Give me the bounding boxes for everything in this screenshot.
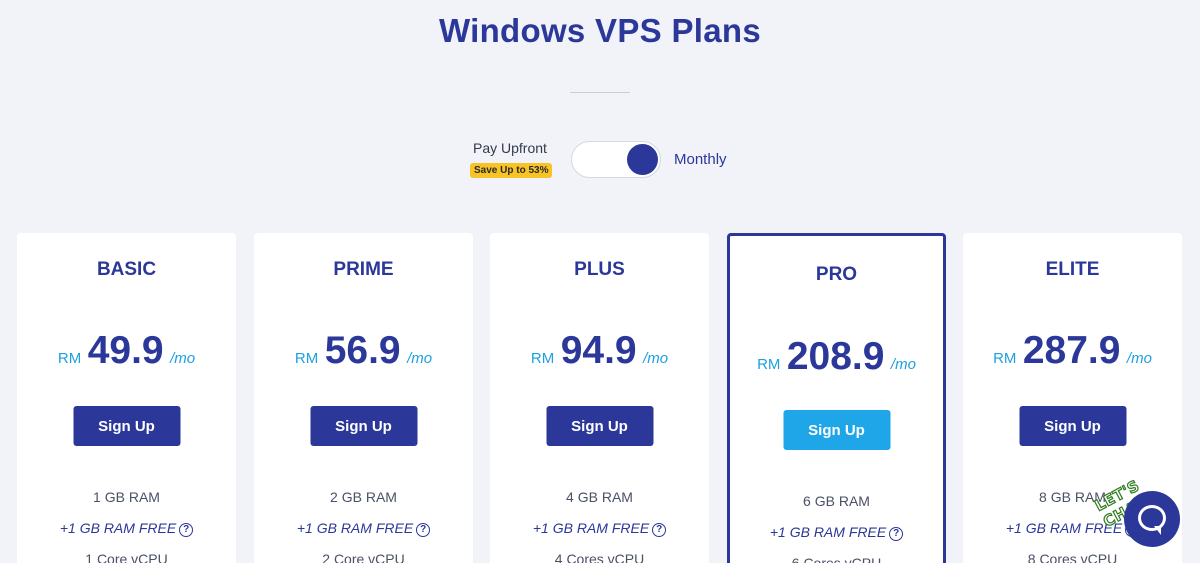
feature-vcpu: 1 Core vCPU: [85, 551, 168, 563]
feature-vcpu: 2 Core vCPU: [322, 551, 405, 563]
plan-name: PRIME: [333, 259, 394, 280]
price: RM 94.9 /mo: [490, 329, 709, 373]
price-value: 56.9: [324, 329, 401, 372]
plan-name: PLUS: [574, 259, 625, 280]
feature-ram: 2 GB RAM: [330, 489, 397, 505]
feature-ram: 1 GB RAM: [93, 489, 160, 505]
price-period: /mo: [890, 356, 916, 373]
sign-up-button-prime[interactable]: Sign Up: [310, 406, 417, 446]
feature-ram: 6 GB RAM: [803, 493, 870, 509]
sign-up-button-elite[interactable]: Sign Up: [1019, 406, 1126, 446]
plan-name: ELITE: [1045, 259, 1100, 280]
feature-free-ram: +1 GB RAM FREE?: [730, 524, 943, 541]
plan-card-pro: PRO RM 208.9 /mo Sign Up 6 GB RAM +1 GB …: [727, 233, 946, 563]
price-currency: RM: [530, 350, 555, 367]
feature-free-ram-label: +1 GB RAM FREE: [532, 520, 650, 536]
plan-card-plus: PLUS RM 94.9 /mo Sign Up 4 GB RAM +1 GB …: [490, 233, 709, 563]
feature-free-ram: +1 GB RAM FREE?: [254, 520, 473, 537]
price-period: /mo: [1126, 350, 1152, 367]
price-period: /mo: [407, 350, 433, 367]
billing-toggle[interactable]: [571, 141, 661, 178]
price: RM 287.9 /mo: [963, 329, 1182, 373]
price-period: /mo: [170, 350, 196, 367]
feature-free-ram-label: +1 GB RAM FREE: [59, 520, 177, 536]
sign-up-button-basic[interactable]: Sign Up: [73, 406, 180, 446]
plan-card-basic: BASIC RM 49.9 /mo Sign Up 1 GB RAM +1 GB…: [17, 233, 236, 563]
help-icon[interactable]: ?: [416, 523, 431, 537]
plan-name: BASIC: [96, 259, 157, 280]
help-icon[interactable]: ?: [179, 523, 194, 537]
monthly-label[interactable]: Monthly: [674, 151, 727, 168]
chat-bubble-tail: [1154, 526, 1161, 535]
toggle-knob: [627, 144, 658, 175]
feature-free-ram: +1 GB RAM FREE?: [17, 520, 236, 537]
title-divider: [570, 92, 630, 93]
price-period: /mo: [643, 350, 669, 367]
price: RM 49.9 /mo: [17, 329, 236, 373]
feature-ram: 4 GB RAM: [566, 489, 633, 505]
price-currency: RM: [993, 350, 1017, 367]
price-value: 208.9: [786, 335, 885, 378]
billing-toggle-group: Pay Upfront Save Up to 53% Monthly: [0, 138, 1200, 182]
price-currency: RM: [57, 350, 82, 367]
sign-up-button-pro[interactable]: Sign Up: [783, 410, 890, 450]
price: RM 56.9 /mo: [254, 329, 473, 373]
feature-free-ram: +1 GB RAM FREE?: [490, 520, 709, 537]
help-icon[interactable]: ?: [889, 527, 904, 541]
plan-name: PRO: [815, 264, 858, 285]
chat-bubble-icon: [1138, 505, 1166, 531]
help-icon[interactable]: ?: [652, 523, 667, 537]
price-currency: RM: [757, 356, 781, 373]
page-title: Windows VPS Plans: [438, 12, 762, 49]
feature-free-ram-label: +1 GB RAM FREE: [769, 524, 887, 540]
price: RM 208.9 /mo: [730, 335, 943, 379]
price-value: 94.9: [560, 329, 637, 372]
pay-upfront-label[interactable]: Pay Upfront: [473, 140, 547, 156]
chat-button[interactable]: [1124, 491, 1180, 547]
price-currency: RM: [294, 350, 319, 367]
feature-free-ram-label: +1 GB RAM FREE: [296, 520, 414, 536]
feature-vcpu: 4 Cores vCPU: [554, 551, 645, 563]
sign-up-button-plus[interactable]: Sign Up: [546, 406, 653, 446]
price-value: 49.9: [87, 329, 164, 372]
feature-vcpu: 8 Cores vCPU: [1027, 551, 1118, 563]
feature-vcpu: 6 Cores vCPU: [791, 555, 882, 563]
save-badge: Save Up to 53%: [470, 163, 553, 178]
plan-card-prime: PRIME RM 56.9 /mo Sign Up 2 GB RAM +1 GB…: [254, 233, 473, 563]
price-value: 287.9: [1022, 329, 1121, 372]
